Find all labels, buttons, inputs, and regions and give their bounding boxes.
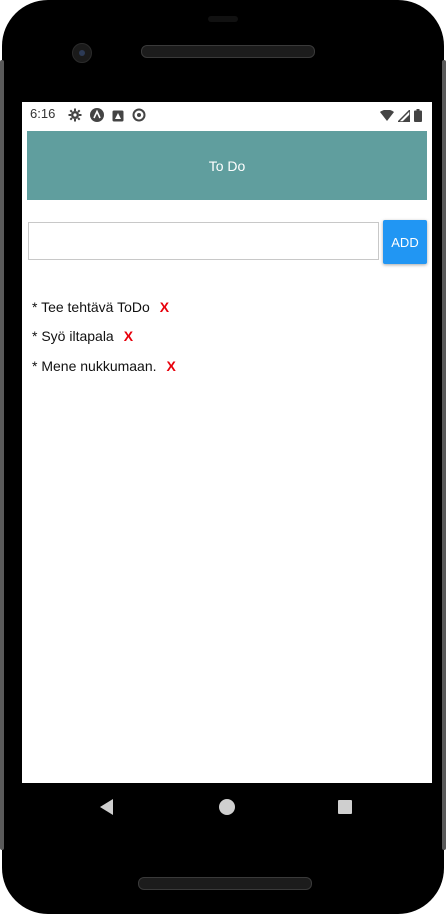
delete-todo-button[interactable]: X (160, 299, 169, 315)
status-bar: 6:16 (22, 102, 432, 126)
add-button[interactable]: ADD (383, 220, 427, 264)
phone-edge-right (442, 60, 446, 850)
app-a-icon (90, 107, 104, 126)
list-item: * Mene nukkumaan. X (32, 351, 176, 381)
app-box-icon (112, 107, 124, 126)
todo-text: * Tee tehtävä ToDo (32, 298, 150, 315)
phone-edge-left (0, 60, 4, 850)
system-nav-bar (22, 783, 432, 831)
battery-icon (414, 107, 422, 126)
status-system-icons (380, 107, 422, 126)
todo-input[interactable] (28, 222, 379, 260)
delete-todo-button[interactable]: X (167, 358, 176, 374)
page-title: To Do (208, 157, 246, 174)
phone-frame: 6:16 To Do ADD * Tee tehtävä ToDo X * Sy… (0, 0, 446, 914)
todo-text: * Mene nukkumaan. (32, 357, 157, 374)
list-item: * Tee tehtävä ToDo X (32, 292, 176, 322)
recents-icon[interactable] (338, 800, 352, 814)
back-icon[interactable] (100, 799, 113, 815)
sync-icon (132, 107, 146, 126)
status-time: 6:16 (30, 106, 56, 121)
settings-icon (68, 107, 82, 126)
app-header: To Do (27, 131, 427, 200)
status-notification-icons (68, 107, 146, 126)
add-todo-row: ADD (28, 220, 428, 264)
todo-text: * Syö iltapala (32, 328, 114, 345)
wifi-icon (380, 107, 394, 126)
earpiece-speaker (141, 45, 315, 58)
front-camera (72, 43, 92, 63)
bottom-speaker (138, 877, 312, 890)
delete-todo-button[interactable]: X (124, 328, 133, 344)
signal-icon (396, 107, 411, 126)
home-icon[interactable] (219, 799, 235, 815)
list-item: * Syö iltapala X (32, 322, 176, 352)
todo-list: * Tee tehtävä ToDo X * Syö iltapala X * … (32, 292, 176, 381)
proximity-sensor (208, 16, 238, 22)
app-screen: 6:16 To Do ADD * Tee tehtävä ToDo X * Sy… (22, 102, 432, 783)
